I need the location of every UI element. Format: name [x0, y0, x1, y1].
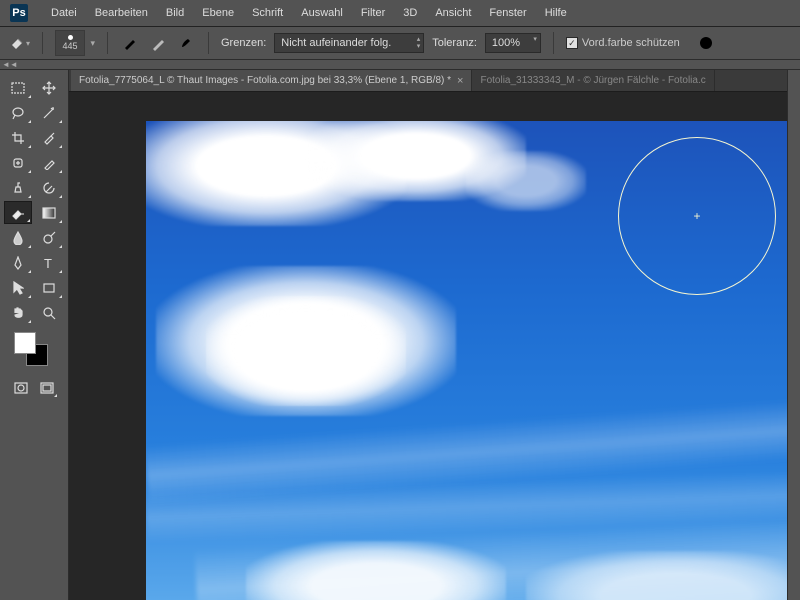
- separator: [208, 32, 209, 54]
- menu-filter[interactable]: Filter: [352, 0, 394, 27]
- pen-tool[interactable]: [4, 251, 32, 274]
- brush-icon[interactable]: [120, 33, 140, 53]
- canvas[interactable]: +: [146, 121, 787, 600]
- menu-3d[interactable]: 3D: [394, 0, 426, 27]
- eraser-tool-preset-icon[interactable]: ▾: [10, 33, 30, 53]
- menu-file[interactable]: Datei: [42, 0, 86, 27]
- magic-wand-tool[interactable]: [35, 101, 63, 124]
- move-tool[interactable]: [35, 76, 63, 99]
- blur-tool[interactable]: [4, 226, 32, 249]
- brush-variant-icon[interactable]: [176, 33, 196, 53]
- document-tab-active[interactable]: Fotolia_7775064_L © Thaut Images - Fotol…: [71, 70, 472, 91]
- healing-brush-tool[interactable]: [4, 151, 32, 174]
- document-tabs: Fotolia_7775064_L © Thaut Images - Fotol…: [69, 70, 787, 92]
- separator: [107, 32, 108, 54]
- options-bar: ▾ 445▾ Grenzen: Nicht aufeinander folg.▴…: [0, 27, 800, 60]
- tolerance-label: Toleranz:: [432, 37, 477, 49]
- clone-stamp-tool[interactable]: [4, 176, 32, 199]
- document-tab-inactive[interactable]: Fotolia_31333343_M - © Jürgen Fälchle - …: [472, 70, 714, 91]
- document-area: Fotolia_7775064_L © Thaut Images - Fotol…: [69, 70, 787, 600]
- pressure-icon[interactable]: [696, 33, 716, 53]
- menu-type[interactable]: Schrift: [243, 0, 292, 27]
- crop-tool[interactable]: [4, 126, 32, 149]
- brush-size-picker[interactable]: 445▾: [55, 30, 85, 56]
- crosshair-icon: +: [693, 210, 700, 222]
- tolerance-dropdown[interactable]: 100%▾: [485, 33, 541, 53]
- menu-layer[interactable]: Ebene: [193, 0, 243, 27]
- color-swatches[interactable]: [14, 332, 54, 368]
- tab-collapse-strip[interactable]: ◄◄: [0, 60, 800, 70]
- hand-tool[interactable]: [4, 301, 32, 324]
- zoom-tool[interactable]: [35, 301, 63, 324]
- limits-label: Grenzen:: [221, 37, 266, 49]
- separator: [553, 32, 554, 54]
- brush-cursor: +: [618, 137, 776, 295]
- toolbox: T: [0, 70, 69, 600]
- background-eraser-tool[interactable]: [4, 201, 32, 224]
- quickmask-tool[interactable]: [10, 378, 32, 398]
- menu-view[interactable]: Ansicht: [426, 0, 480, 27]
- svg-text:T: T: [44, 257, 52, 269]
- gradient-tool[interactable]: [35, 201, 63, 224]
- type-tool[interactable]: T: [35, 251, 63, 274]
- dodge-tool[interactable]: [35, 226, 63, 249]
- screen-mode-tool[interactable]: [36, 378, 58, 398]
- menu-select[interactable]: Auswahl: [292, 0, 352, 27]
- menu-edit[interactable]: Bearbeiten: [86, 0, 157, 27]
- canvas-wrapper: +: [69, 92, 787, 600]
- path-select-tool[interactable]: [4, 276, 32, 299]
- right-panel-strip[interactable]: [787, 70, 800, 600]
- pencil-icon[interactable]: [148, 33, 168, 53]
- marquee-tool[interactable]: [4, 76, 32, 99]
- eyedropper-tool[interactable]: [35, 126, 63, 149]
- menu-bar: Ps Datei Bearbeiten Bild Ebene Schrift A…: [0, 0, 800, 27]
- menu-window[interactable]: Fenster: [480, 0, 535, 27]
- history-brush-tool[interactable]: [35, 176, 63, 199]
- app-logo: Ps: [10, 4, 28, 22]
- shape-tool[interactable]: [35, 276, 63, 299]
- menu-help[interactable]: Hilfe: [536, 0, 576, 27]
- brush-tool[interactable]: [35, 151, 63, 174]
- menu-image[interactable]: Bild: [157, 0, 193, 27]
- protect-fg-checkbox[interactable]: ✓Vord.farbe schützen: [566, 37, 680, 49]
- separator: [42, 32, 43, 54]
- brush-size-value: 445: [62, 42, 77, 51]
- close-tab-icon[interactable]: ×: [457, 70, 463, 92]
- limits-dropdown[interactable]: Nicht aufeinander folg.▴▾: [274, 33, 424, 53]
- foreground-color-swatch[interactable]: [14, 332, 36, 354]
- lasso-tool[interactable]: [4, 101, 32, 124]
